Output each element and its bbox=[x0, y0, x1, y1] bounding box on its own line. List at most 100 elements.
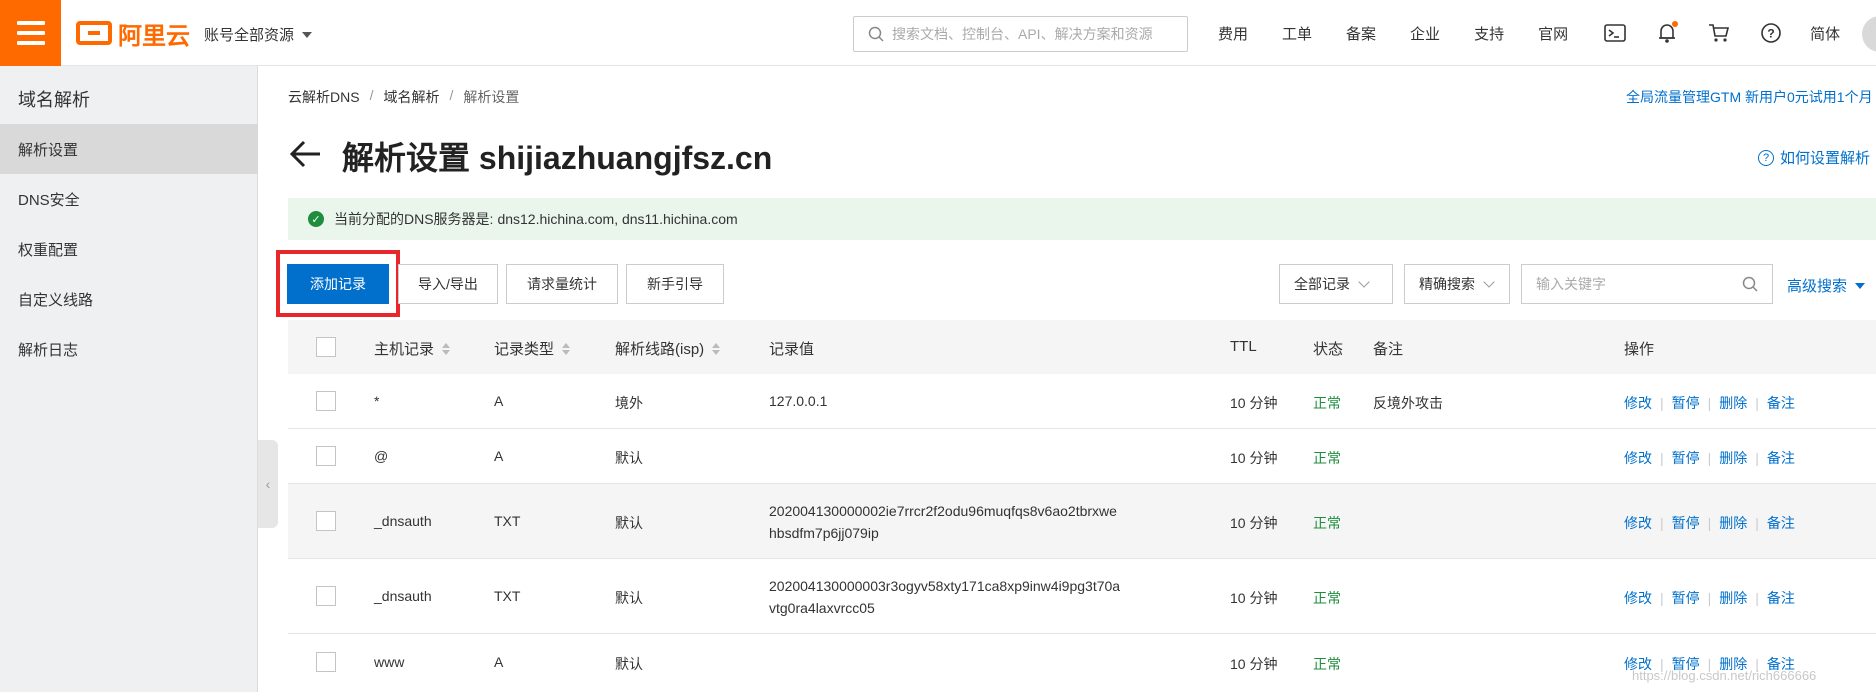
pause-link[interactable]: 暂停 bbox=[1672, 588, 1700, 608]
cart-icon[interactable] bbox=[1706, 20, 1732, 46]
delete-link[interactable]: 删除 bbox=[1719, 448, 1747, 468]
bell-icon[interactable] bbox=[1654, 20, 1680, 46]
col-host[interactable]: 主机记录 bbox=[374, 338, 451, 359]
col-ttl: TTL bbox=[1230, 338, 1257, 355]
divider: | bbox=[1707, 450, 1712, 466]
remark-link[interactable]: 备注 bbox=[1767, 448, 1795, 468]
breadcrumb-cloud-dns[interactable]: 云解析DNS bbox=[288, 87, 360, 107]
row-checkbox[interactable] bbox=[316, 446, 336, 466]
hamburger-menu-icon[interactable] bbox=[0, 0, 61, 66]
row-checkbox[interactable] bbox=[316, 391, 336, 411]
delete-link[interactable]: 删除 bbox=[1719, 588, 1747, 608]
divider: | bbox=[1755, 515, 1759, 531]
divider: | bbox=[1755, 395, 1759, 411]
chevron-down-icon bbox=[1483, 276, 1495, 288]
record-filter-select[interactable]: 全部记录 bbox=[1279, 264, 1393, 304]
notice-servers: dns12.hichina.com, dns11.hichina.com bbox=[497, 211, 738, 227]
table-header: 主机记录 记录类型 解析线路(isp) 记录值 TTL 状态 备注 操作 bbox=[288, 320, 1876, 374]
breadcrumb-domain-resolve[interactable]: 域名解析 bbox=[383, 87, 439, 107]
global-search[interactable] bbox=[853, 16, 1188, 52]
search-mode-select[interactable]: 精确搜索 bbox=[1404, 264, 1510, 304]
edit-link[interactable]: 修改 bbox=[1624, 448, 1652, 468]
caret-down-icon bbox=[302, 31, 313, 38]
remark-link[interactable]: 备注 bbox=[1767, 393, 1795, 413]
divider: | bbox=[1660, 395, 1664, 411]
terminal-icon[interactable] bbox=[1602, 20, 1628, 46]
cell-value: 202004130000002ie7rrcr2f2odu96muqfqs8v6a… bbox=[769, 500, 1149, 544]
cell-type: TXT bbox=[494, 588, 521, 604]
top-nav: 费用 工单 备案 企业 支持 官网 ? 简体 bbox=[1218, 0, 1874, 66]
advanced-search-toggle[interactable]: 高级搜索 bbox=[1787, 275, 1866, 296]
help-icon[interactable]: ? bbox=[1758, 20, 1784, 46]
breadcrumb-separator: / bbox=[449, 87, 454, 103]
pause-link[interactable]: 暂停 bbox=[1672, 393, 1700, 413]
beginner-guide-button[interactable]: 新手引导 bbox=[626, 264, 724, 304]
row-actions: 修改 | 暂停 | 删除 | 备注 bbox=[1624, 513, 1795, 533]
cell-value-line1: 202004130000003r3ogyv58xty171ca8xp9inw4i… bbox=[769, 578, 1121, 594]
how-to-configure-link[interactable]: ? 如何设置解析 bbox=[1758, 147, 1870, 168]
divider: | bbox=[1707, 395, 1712, 411]
delete-link[interactable]: 删除 bbox=[1719, 393, 1747, 413]
cell-type: TXT bbox=[494, 513, 521, 529]
divider: | bbox=[1707, 515, 1712, 531]
cell-type: A bbox=[494, 393, 504, 409]
cell-line: 默认 bbox=[615, 450, 643, 466]
sidebar-collapse-handle[interactable]: ‹ bbox=[258, 440, 278, 528]
row-checkbox[interactable] bbox=[316, 511, 336, 531]
cell-remark: 反境外攻击 bbox=[1373, 395, 1443, 411]
help-link-text: 如何设置解析 bbox=[1780, 150, 1871, 167]
nav-tickets[interactable]: 工单 bbox=[1282, 23, 1312, 44]
remark-link[interactable]: 备注 bbox=[1767, 513, 1795, 533]
table-row: www A 默认 10 分钟 正常 修改 | 暂停 | 删除 | 备注 bbox=[288, 634, 1876, 692]
cell-type: A bbox=[494, 448, 504, 464]
notification-dot bbox=[1672, 21, 1679, 27]
nav-icp[interactable]: 备案 bbox=[1346, 23, 1376, 44]
cell-ttl: 10 分钟 bbox=[1230, 450, 1278, 466]
nav-fees[interactable]: 费用 bbox=[1218, 23, 1248, 44]
delete-link[interactable]: 删除 bbox=[1719, 513, 1747, 533]
keyword-input[interactable] bbox=[1536, 276, 1736, 292]
remark-link[interactable]: 备注 bbox=[1767, 588, 1795, 608]
sidebar-title: 域名解析 bbox=[18, 90, 90, 110]
sidebar-item-dns-settings[interactable]: 解析设置 bbox=[0, 124, 258, 174]
cell-status: 正常 bbox=[1313, 395, 1341, 411]
cell-status: 正常 bbox=[1313, 515, 1341, 531]
edit-link[interactable]: 修改 bbox=[1624, 588, 1652, 608]
row-checkbox[interactable] bbox=[316, 652, 336, 672]
nav-support[interactable]: 支持 bbox=[1474, 23, 1504, 44]
edit-link[interactable]: 修改 bbox=[1624, 393, 1652, 413]
row-checkbox[interactable] bbox=[316, 586, 336, 606]
gtm-promo-link[interactable]: 全局流量管理GTM 新用户0元试用1个月 bbox=[1626, 87, 1873, 107]
sidebar-item-dns-security[interactable]: DNS安全 bbox=[0, 174, 258, 224]
nav-official-site[interactable]: 官网 bbox=[1538, 23, 1568, 44]
col-line[interactable]: 解析线路(isp) bbox=[615, 338, 721, 359]
table-row: _dnsauth TXT 默认 202004130000002ie7rrcr2f… bbox=[288, 484, 1876, 559]
request-stats-button[interactable]: 请求量统计 bbox=[506, 264, 618, 304]
pause-link[interactable]: 暂停 bbox=[1672, 448, 1700, 468]
edit-link[interactable]: 修改 bbox=[1624, 513, 1652, 533]
svg-text:?: ? bbox=[1767, 27, 1774, 41]
keyword-search[interactable] bbox=[1521, 264, 1773, 304]
sort-icon bbox=[562, 342, 571, 355]
select-all-checkbox[interactable] bbox=[316, 337, 336, 357]
add-record-button[interactable]: 添加记录 bbox=[287, 264, 389, 304]
sidebar-item-custom-line[interactable]: 自定义线路 bbox=[0, 274, 258, 324]
cell-ttl: 10 分钟 bbox=[1230, 656, 1278, 672]
cell-value-line2: vtg0ra4laxvrcc05 bbox=[769, 600, 875, 616]
sidebar-item-weight-config[interactable]: 权重配置 bbox=[0, 224, 258, 274]
divider: | bbox=[1660, 450, 1664, 466]
language-switch[interactable]: 简体 bbox=[1810, 23, 1840, 44]
table-row: _dnsauth TXT 默认 202004130000003r3ogyv58x… bbox=[288, 559, 1876, 634]
back-arrow-icon[interactable] bbox=[288, 137, 322, 171]
divider: | bbox=[1660, 590, 1664, 606]
aliyun-logo[interactable]: 阿里云 bbox=[76, 16, 190, 50]
sidebar-item-dns-log[interactable]: 解析日志 bbox=[0, 324, 258, 374]
import-export-button[interactable]: 导入/导出 bbox=[398, 264, 498, 304]
global-search-input[interactable] bbox=[892, 26, 1172, 42]
pause-link[interactable]: 暂停 bbox=[1672, 513, 1700, 533]
search-icon[interactable] bbox=[1742, 276, 1758, 292]
account-resources-dropdown[interactable]: 账号全部资源 bbox=[204, 24, 313, 45]
row-actions: 修改 | 暂停 | 删除 | 备注 bbox=[1624, 393, 1795, 413]
col-type[interactable]: 记录类型 bbox=[494, 338, 571, 359]
nav-enterprise[interactable]: 企业 bbox=[1410, 23, 1440, 44]
